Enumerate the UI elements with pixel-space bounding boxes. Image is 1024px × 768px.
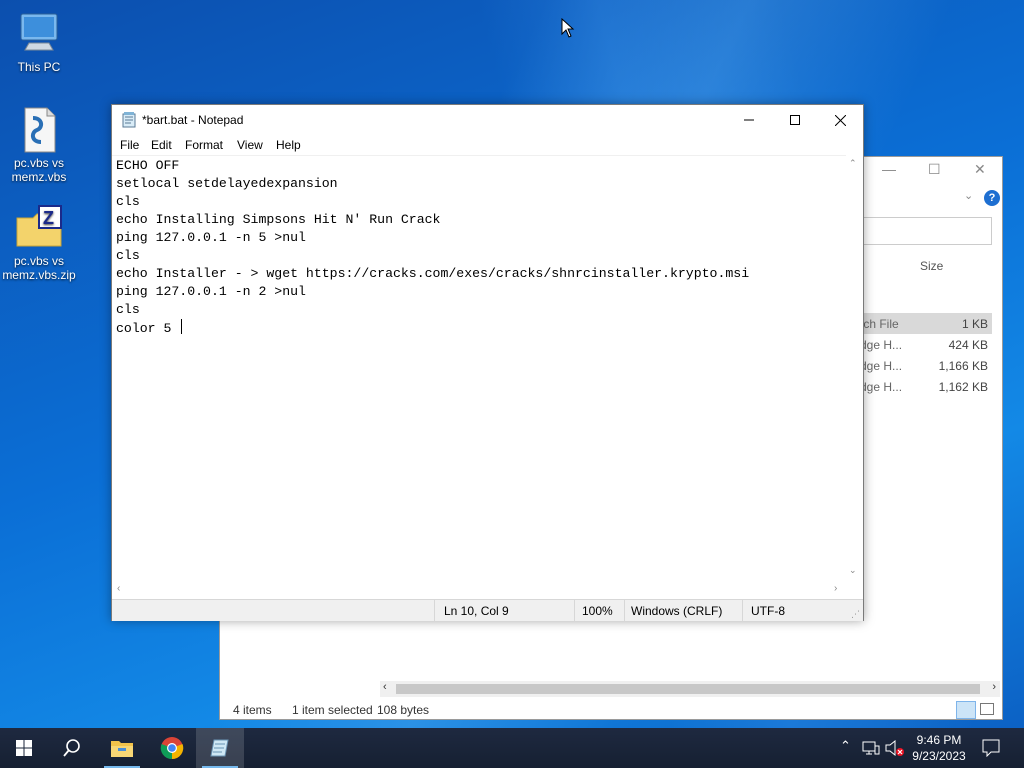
vertical-scrollbar[interactable]: ⌃ ⌄ (846, 155, 863, 582)
text-encoding: UTF-8 (751, 604, 785, 618)
minimize-button[interactable] (726, 105, 772, 135)
close-button[interactable] (817, 105, 863, 135)
search-button[interactable] (48, 728, 96, 768)
show-hidden-icons-chevron-icon[interactable]: ⌃ (840, 738, 851, 754)
status-selected-count: 1 item selected (292, 703, 373, 717)
text-editor[interactable]: ECHO OFF setlocal setdelayedexpansion cls e… (112, 155, 846, 582)
text-caret (181, 319, 183, 334)
explorer-minimize-button[interactable]: — (882, 161, 896, 177)
text-line: cls (116, 248, 140, 263)
svg-text:Z: Z (43, 208, 54, 228)
explorer-status-bar: 4 items 1 item selected 108 bytes (220, 701, 1002, 719)
file-size: 1 KB (961, 317, 988, 331)
desktop-icon-zip-file[interactable]: Z pc.vbs vs memz.vbs.zip (1, 204, 77, 282)
file-type: dge H... (860, 380, 903, 394)
menu-bar: File Edit Format View Help (112, 135, 863, 155)
menu-help[interactable]: Help (276, 138, 301, 152)
text-line: setlocal setdelayedexpansion (116, 176, 338, 191)
text-line: ECHO OFF (116, 158, 180, 173)
file-size: 424 KB (948, 338, 988, 352)
status-selected-size: 108 bytes (377, 703, 430, 717)
explorer-maximize-button[interactable]: ☐ (928, 161, 941, 178)
desktop-icon-label: pc.vbs vs memz.vbs.zip (2, 254, 76, 282)
scroll-left-arrow-icon[interactable]: ‹ (117, 583, 120, 594)
file-type: tch File (860, 317, 899, 331)
maximize-icon (790, 115, 800, 125)
close-icon (834, 114, 846, 126)
taskbar-clock[interactable]: 9:46 PM 9/23/2023 (906, 732, 972, 764)
maximize-button[interactable] (772, 105, 818, 135)
chrome-icon (160, 737, 184, 760)
scroll-up-arrow-icon[interactable]: ⌃ (849, 158, 857, 169)
explorer-search-box[interactable] (860, 217, 992, 245)
notification-center-icon[interactable] (982, 739, 1000, 757)
taskbar-file-explorer[interactable] (98, 728, 146, 768)
help-icon[interactable]: ? (984, 190, 1000, 206)
ribbon-expand-chevron-icon[interactable]: ⌄ (964, 189, 973, 202)
details-view-icon[interactable] (956, 701, 976, 719)
script-file-icon (15, 106, 63, 154)
text-line: cls (116, 194, 140, 209)
menu-edit[interactable]: Edit (151, 138, 172, 152)
file-row[interactable]: dge H... 1,166 KB (856, 355, 992, 376)
text-line: ping 127.0.0.1 -n 2 >nul (116, 284, 306, 299)
status-item-count: 4 items (233, 703, 272, 717)
taskbar-chrome[interactable] (148, 728, 196, 768)
file-row[interactable]: dge H... 424 KB (856, 334, 992, 355)
scroll-right-arrow-icon[interactable]: › (992, 681, 996, 693)
scroll-right-arrow-icon[interactable]: › (834, 583, 837, 594)
notepad-status-bar: Ln 10, Col 9 100% Windows (CRLF) UTF-8 ⋰ (112, 599, 863, 622)
file-row[interactable]: tch File 1 KB (856, 313, 992, 334)
desktop-icon-label: This PC (17, 60, 61, 74)
taskbar-notepad[interactable] (196, 728, 244, 768)
zip-folder-icon: Z (15, 204, 63, 252)
menu-view[interactable]: View (237, 138, 263, 152)
text-line: cls (116, 302, 140, 317)
scrollbar-thumb[interactable] (396, 684, 980, 694)
scroll-left-arrow-icon[interactable]: ‹ (383, 681, 387, 693)
start-button[interactable] (0, 728, 48, 768)
desktop-icon-label: pc.vbs vs memz.vbs (11, 156, 67, 184)
desktop-icon-vbs-file[interactable]: pc.vbs vs memz.vbs (1, 106, 77, 184)
file-size: 1,166 KB (938, 359, 988, 373)
file-type: dge H... (860, 338, 903, 352)
computer-icon (15, 10, 63, 58)
line-ending: Windows (CRLF) (631, 604, 723, 618)
search-icon (63, 739, 80, 757)
menu-format[interactable]: Format (185, 138, 223, 152)
scroll-down-arrow-icon[interactable]: ⌄ (849, 565, 857, 576)
window-title: *bart.bat - Notepad (142, 113, 244, 127)
text-line: ping 127.0.0.1 -n 5 >nul (116, 230, 306, 245)
text-line: echo Installer - > wget https://cracks.c… (116, 266, 750, 281)
volume-muted-icon[interactable] (885, 740, 905, 756)
clock-time: 9:46 PM (916, 733, 962, 747)
horizontal-scrollbar[interactable]: ‹ › (112, 582, 846, 598)
notepad-icon (210, 739, 229, 757)
taskbar: ⌃ 9:46 PM 9/23/2023 (0, 728, 1024, 768)
notepad-app-icon (122, 112, 136, 128)
text-line: echo Installing Simpsons Hit N' Run Crac… (116, 212, 441, 227)
windows-logo-icon (16, 740, 32, 756)
column-header-size[interactable]: Size (920, 259, 943, 273)
minimize-icon (744, 119, 754, 121)
menu-file[interactable]: File (120, 138, 139, 152)
cursor-position: Ln 10, Col 9 (444, 604, 509, 618)
resize-grip-icon[interactable]: ⋰ (851, 609, 860, 620)
large-icons-view-icon[interactable] (980, 703, 994, 715)
notepad-window[interactable]: *bart.bat - Notepad File Edit Format Vie… (111, 104, 864, 622)
clock-date: 9/23/2023 (912, 749, 966, 763)
zoom-level: 100% (582, 604, 613, 618)
mouse-cursor-icon (561, 18, 575, 38)
file-type: dge H... (860, 359, 903, 373)
desktop-icon-this-pc[interactable]: This PC (1, 10, 77, 74)
explorer-horizontal-scrollbar[interactable]: ‹ › (380, 681, 1000, 697)
notepad-title-bar[interactable]: *bart.bat - Notepad (112, 105, 863, 135)
file-size: 1,162 KB (938, 380, 988, 394)
folder-icon (111, 741, 133, 757)
file-row[interactable]: dge H... 1,162 KB (856, 376, 992, 397)
text-line: color 5 (116, 321, 180, 336)
network-icon[interactable] (862, 740, 880, 756)
explorer-close-button[interactable]: ✕ (974, 161, 986, 178)
